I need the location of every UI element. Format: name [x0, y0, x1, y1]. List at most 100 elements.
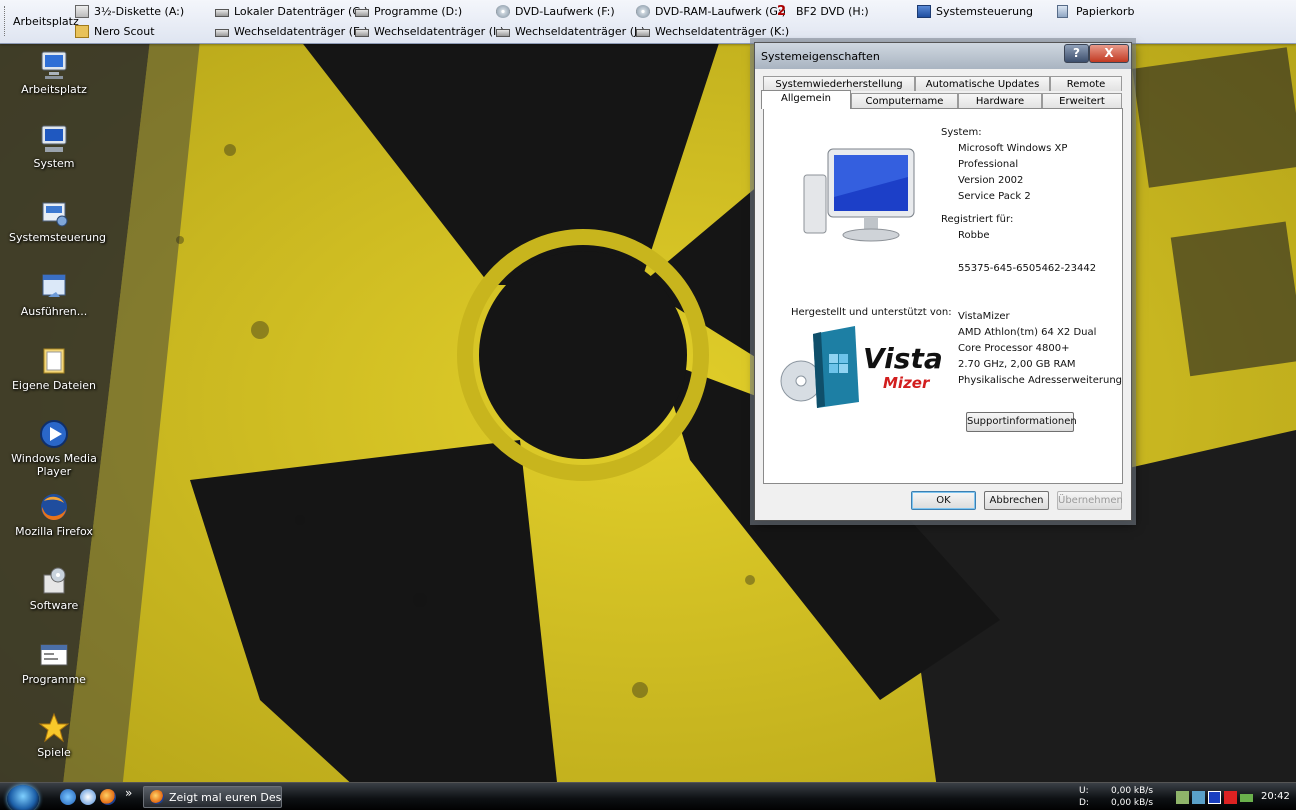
manufacturer-name: VistaMizer: [958, 311, 1010, 322]
toolbar-item-label: Nero Scout: [94, 25, 155, 38]
system-icon: [38, 123, 70, 155]
network-tray-icon[interactable]: [1176, 791, 1189, 804]
desktop-icon-games[interactable]: Spiele: [9, 712, 99, 759]
net-upload-value: 0,00 kB/s: [1111, 786, 1154, 796]
desktop-icon-firefox[interactable]: Mozilla Firefox: [9, 491, 99, 538]
desktop-icon-software[interactable]: Software: [9, 565, 99, 612]
apply-button[interactable]: Übernehmen: [1057, 491, 1123, 510]
system-properties-dialog: Systemeigenschaften ? X Systemwiederhers…: [754, 42, 1132, 521]
toolbar-item-dvd-f[interactable]: DVD-Laufwerk (F:): [496, 4, 615, 20]
battery-tray-icon[interactable]: [1240, 794, 1253, 802]
clock[interactable]: 20:42: [1261, 791, 1290, 802]
dvd-drive-icon: [636, 5, 650, 18]
desktop-icon-media-player[interactable]: Windows Media Player: [9, 418, 99, 478]
dvd-drive-icon: [496, 5, 510, 18]
floppy-icon: [75, 5, 89, 18]
firefox-icon: [150, 790, 164, 804]
toolbar-item-label: Programme (D:): [374, 5, 463, 18]
tab-general[interactable]: Allgemein: [761, 90, 851, 109]
removable-drive-icon: [636, 29, 650, 37]
toolbar-item-dvd-ram-g[interactable]: DVD-RAM-Laufwerk (G:): [636, 4, 786, 20]
toolbar-item-nero-scout[interactable]: Nero Scout: [75, 24, 155, 40]
recycle-bin-icon: [1057, 5, 1068, 18]
desktop-icon-label: Arbeitsplatz: [21, 83, 87, 96]
media-player-icon: [38, 418, 70, 450]
toolbar-item-removable-j[interactable]: Wechseldatenträger (J:): [496, 24, 645, 40]
tab-advanced[interactable]: Erweitert: [1042, 93, 1122, 108]
firefox-icon: [38, 491, 70, 523]
product-id: 55375-645-6505462-23442: [958, 263, 1097, 274]
bf2-icon: 2: [777, 4, 787, 19]
toolbar-item-removable-i[interactable]: Wechseldatenträger (I:): [355, 24, 504, 40]
ie-icon[interactable]: [60, 789, 76, 805]
desktop-icon-label: Eigene Dateien: [11, 379, 97, 392]
toolbar-item-removable-e[interactable]: Wechseldatenträger (E:): [215, 24, 368, 40]
toolbar-item-label: Lokaler Datenträger (C:): [234, 5, 369, 18]
toolbar-item-recycle-bin[interactable]: Papierkorb: [1057, 4, 1134, 20]
desktop-icon-run[interactable]: Ausführen...: [9, 271, 99, 318]
desktop-icon-programs[interactable]: Programme: [9, 639, 99, 686]
toolbar-grip[interactable]: [4, 6, 8, 36]
toolbar-item-label: Wechseldatenträger (I:): [374, 25, 505, 38]
tab-remote[interactable]: Remote: [1050, 76, 1122, 91]
toolbar-item-bf2-dvd-h[interactable]: 2 BF2 DVD (H:): [777, 4, 869, 20]
tab-automatic-updates[interactable]: Automatische Updates: [915, 76, 1050, 91]
net-download-value: 0,00 kB/s: [1111, 798, 1154, 808]
quicklaunch-chevron-icon[interactable]: »: [125, 786, 132, 800]
toolbar-item-label: Wechseldatenträger (K:): [655, 25, 790, 38]
toolbar-item-label: DVD-RAM-Laufwerk (G:): [655, 5, 786, 18]
toolbar-item-removable-k[interactable]: Wechseldatenträger (K:): [636, 24, 789, 40]
pae-line: Physikalische Adresserweiterung: [958, 375, 1123, 386]
clock-ram-line: 2.70 GHz, 2,00 GB RAM: [958, 359, 1076, 370]
dialog-title-bar[interactable]: Systemeigenschaften ? X: [755, 43, 1131, 69]
system-version-line: Version 2002: [958, 175, 1024, 186]
taskbar-task-firefox[interactable]: Zeigt mal euren Desk...: [143, 786, 282, 808]
antivirus-tray-icon[interactable]: [1224, 791, 1237, 804]
cancel-button[interactable]: Abbrechen: [984, 491, 1049, 510]
task-label: Zeigt mal euren Desk...: [169, 791, 282, 804]
general-tab-panel: System: Microsoft Windows XP Professiona…: [763, 108, 1123, 484]
start-button[interactable]: [7, 785, 39, 810]
toolbar-item-drive-c[interactable]: Lokaler Datenträger (C:): [215, 4, 368, 20]
registered-user: Robbe: [958, 230, 990, 241]
toolbar-item-control-panel[interactable]: Systemsteuerung: [917, 4, 1033, 20]
documents-folder-icon: [38, 345, 70, 377]
drive-icon: [355, 9, 369, 17]
desktop-icon-computer[interactable]: Arbeitsplatz: [9, 49, 99, 96]
desktop-icon-my-documents[interactable]: Eigene Dateien: [9, 345, 99, 392]
toolbar-item-drive-d[interactable]: Programme (D:): [355, 4, 462, 20]
net-upload-label: U:: [1079, 786, 1089, 796]
computer-icon: [38, 49, 70, 81]
logo-text-mizer: Mizer: [883, 374, 930, 392]
ok-button[interactable]: OK: [911, 491, 976, 510]
tab-system-restore[interactable]: Systemwiederherstellung: [763, 76, 915, 91]
toolbar-item-label: Papierkorb: [1076, 5, 1135, 18]
run-icon: [38, 271, 70, 303]
manufacturer-heading: Hergestellt und unterstützt von:: [791, 307, 952, 318]
tab-computer-name[interactable]: Computername: [851, 93, 958, 108]
logo-text-vista: Vista: [863, 342, 943, 375]
desktop-icon-label: Ausführen...: [20, 305, 88, 318]
show-desktop-icon[interactable]: [80, 789, 96, 805]
registered-heading: Registriert für:: [941, 214, 1014, 225]
tab-hardware[interactable]: Hardware: [958, 93, 1042, 108]
support-info-button[interactable]: Supportinformationen: [966, 412, 1077, 432]
toolbar-item-label: 3½-Diskette (A:): [94, 5, 185, 18]
desktop-icon-control-panel[interactable]: Systemsteuerung: [9, 197, 107, 244]
tray-icon[interactable]: [1192, 791, 1205, 804]
toolbar-item-label: Wechseldatenträger (E:): [234, 25, 368, 38]
desktop-icon-label: Programme: [22, 673, 86, 686]
close-button[interactable]: X: [1089, 44, 1129, 63]
toolbar-item-floppy-a[interactable]: 3½-Diskette (A:): [75, 4, 184, 20]
desktop-icon-label: Mozilla Firefox: [15, 525, 93, 538]
games-star-icon: [38, 712, 70, 744]
system-heading: System:: [941, 127, 982, 138]
system-servicepack-line: Service Pack 2: [958, 191, 1031, 202]
desktop-icon-label: Systemsteuerung: [9, 231, 107, 244]
media-tray-icon[interactable]: [1208, 791, 1221, 804]
desktop-icon-system[interactable]: System: [9, 123, 99, 170]
removable-drive-icon: [496, 29, 510, 37]
programs-icon: [38, 639, 70, 671]
firefox-quicklaunch-icon[interactable]: [100, 789, 116, 805]
help-button[interactable]: ?: [1064, 44, 1089, 63]
